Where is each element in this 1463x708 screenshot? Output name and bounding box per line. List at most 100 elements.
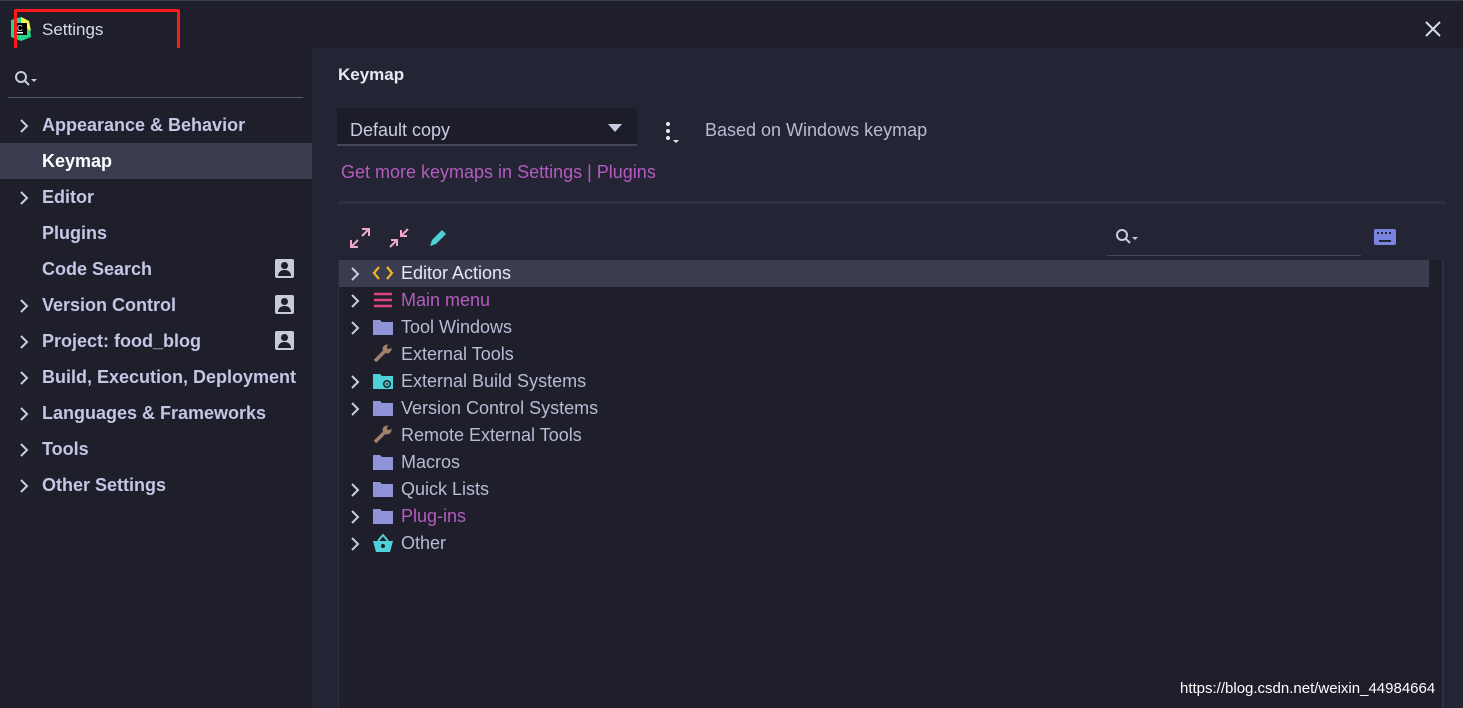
basket-icon (372, 533, 394, 553)
folder-gear-icon (372, 371, 394, 391)
tree-row-label: Remote External Tools (401, 425, 582, 445)
expand-all-icon[interactable] (348, 226, 372, 250)
sidebar-item-label: Version Control (42, 295, 177, 315)
window-title: Settings (42, 20, 104, 39)
tree-row-label: Main menu (401, 290, 491, 310)
actions-tree: Editor Actions Main menu Tool Windows Exter… (338, 260, 1444, 708)
project-level-icon (275, 331, 294, 350)
tree-search-input[interactable] (1143, 226, 1353, 252)
menu-icon (372, 290, 394, 310)
sidebar-item-label: Appearance & Behavior (42, 115, 246, 135)
sidebar-item-editor[interactable]: Editor (0, 179, 312, 215)
title-bar: C Settings (0, 0, 1463, 48)
sidebar-item-label: Build, Execution, Deployment (42, 367, 297, 387)
tree-row-external-tools[interactable]: External Tools (339, 341, 1429, 368)
tree-row-version-control-systems[interactable]: Version Control Systems (339, 395, 1429, 422)
close-icon[interactable] (1422, 18, 1444, 40)
tree-row-external-build-systems[interactable]: External Build Systems (339, 368, 1429, 395)
tree-row-plug-ins[interactable]: Plug-ins (339, 503, 1429, 530)
tree-row-main-menu[interactable]: Main menu (339, 287, 1429, 314)
tree-row-label: External Tools (401, 344, 514, 364)
folder-icon (372, 479, 394, 499)
search-icon (15, 71, 37, 86)
sidebar-item-appearance-behavior[interactable]: Appearance & Behavior (0, 107, 312, 143)
folder-icon (372, 398, 394, 418)
folder-icon (372, 506, 394, 526)
chevron-right-icon[interactable] (19, 335, 29, 354)
sidebar-item-label: Plugins (42, 223, 108, 243)
chevron-right-icon[interactable] (350, 510, 360, 529)
sidebar-item-label: Project: food_blog (42, 331, 201, 351)
folder-icon (372, 317, 394, 337)
project-level-icon (275, 259, 294, 278)
wrench-icon (372, 344, 394, 364)
find-by-shortcut-keyboard-icon[interactable] (1374, 229, 1396, 245)
collapse-all-icon[interactable] (387, 226, 411, 250)
chevron-right-icon[interactable] (19, 191, 29, 210)
chevron-right-icon[interactable] (19, 119, 29, 138)
tree-row-label: Quick Lists (401, 479, 490, 499)
page-title: Keymap (338, 65, 405, 84)
sidebar-item-code-search[interactable]: Code Search (0, 251, 312, 287)
chevron-right-icon[interactable] (19, 479, 29, 498)
chevron-right-icon[interactable] (350, 402, 360, 421)
sidebar-item-other-settings[interactable]: Other Settings (0, 467, 312, 503)
tree-row-label: Editor Actions (401, 263, 512, 283)
watermark: https://blog.csdn.net/weixin_44984664 (1180, 680, 1436, 697)
chevron-right-icon[interactable] (350, 267, 360, 286)
sidebar-item-label: Tools (42, 439, 89, 459)
search-icon (1116, 229, 1138, 244)
sidebar-item-version-control[interactable]: Version Control (0, 287, 312, 323)
keymap-panel: Keymap Default copy Based on Windows key… (312, 48, 1463, 708)
tree-row-other[interactable]: Other (339, 530, 1429, 557)
chevron-right-icon[interactable] (350, 483, 360, 502)
sidebar-item-build-execution-deployment[interactable]: Build, Execution, Deployment (0, 359, 312, 395)
settings-sidebar: Appearance & Behavior Keymap Editor Plugins… (0, 48, 312, 708)
sidebar-item-tools[interactable]: Tools (0, 431, 312, 467)
edit-pencil-icon[interactable] (426, 226, 450, 250)
sidebar-item-languages-frameworks[interactable]: Languages & Frameworks (0, 395, 312, 431)
chevron-right-icon[interactable] (19, 371, 29, 390)
tree-row-label: Macros (401, 452, 461, 472)
chevron-right-icon[interactable] (350, 537, 360, 556)
chevron-right-icon[interactable] (19, 407, 29, 426)
divider (338, 201, 1446, 204)
get-more-keymaps-link[interactable]: Get more keymaps in Settings | Plugins (341, 162, 656, 183)
tree-row-label: Tool Windows (401, 317, 513, 337)
chevron-right-icon[interactable] (19, 443, 29, 462)
tree-search-field[interactable] (1107, 222, 1361, 256)
project-level-icon (275, 295, 294, 314)
tree-row-editor-actions[interactable]: Editor Actions (339, 260, 1429, 287)
chevron-right-icon[interactable] (350, 375, 360, 394)
wrench-icon (372, 425, 394, 445)
chevron-right-icon[interactable] (19, 299, 29, 318)
svg-text:C: C (17, 24, 23, 33)
tree-row-macros[interactable]: Macros (339, 449, 1429, 476)
keymap-select[interactable]: Default copy (337, 108, 637, 146)
sidebar-search-input[interactable] (8, 66, 303, 98)
pycharm-logo-icon: C (11, 17, 31, 41)
chevron-right-icon[interactable] (350, 294, 360, 313)
tree-row-remote-external-tools[interactable]: Remote External Tools (339, 422, 1429, 449)
tree-row-label: Plug-ins (401, 506, 467, 526)
sidebar-item-keymap[interactable]: Keymap (0, 143, 312, 179)
more-options-icon[interactable] (662, 120, 682, 144)
chevron-right-icon[interactable] (350, 321, 360, 340)
sidebar-item-project-food-blog[interactable]: Project: food_blog (0, 323, 312, 359)
sidebar-item-label: Editor (42, 187, 94, 207)
code-brackets-icon (372, 263, 394, 283)
chevron-down-icon (608, 124, 622, 132)
sidebar-item-label: Keymap (42, 151, 113, 171)
sidebar-item-label: Other Settings (42, 475, 167, 495)
sidebar-item-label: Languages & Frameworks (42, 403, 267, 423)
sidebar-item-label: Code Search (42, 259, 153, 279)
tree-row-label: External Build Systems (401, 371, 587, 391)
sidebar-nav: Appearance & Behavior Keymap Editor Plugins… (0, 107, 312, 503)
sidebar-item-plugins[interactable]: Plugins (0, 215, 312, 251)
tree-row-label: Version Control Systems (401, 398, 599, 418)
tree-row-tool-windows[interactable]: Tool Windows (339, 314, 1429, 341)
folder-icon (372, 452, 394, 472)
tree-row-quick-lists[interactable]: Quick Lists (339, 476, 1429, 503)
tree-row-label: Other (401, 533, 447, 553)
keymap-select-value: Default copy (350, 120, 451, 140)
